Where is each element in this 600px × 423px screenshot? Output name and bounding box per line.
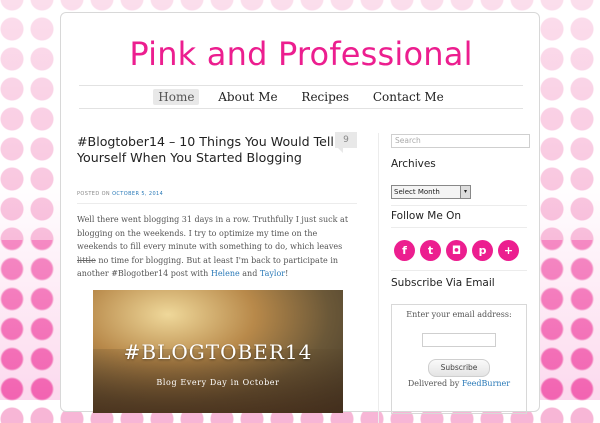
nav-item-recipes[interactable]: Recipes xyxy=(296,89,354,105)
widget-divider xyxy=(391,227,527,228)
site-title[interactable]: Pink and Professional xyxy=(61,35,541,73)
subscribe-button[interactable]: Subscribe xyxy=(428,359,490,377)
link-helene[interactable]: Helene xyxy=(211,269,240,278)
subscribe-label: Enter your email address: xyxy=(406,310,512,319)
post-meta: POSTED ON OCTOBER 5, 2014 xyxy=(77,191,163,197)
delivered-by-text: Delivered by xyxy=(407,379,462,388)
delivered-by: Delivered by FeedBurner xyxy=(392,379,526,388)
post-body: Well there went blogging 31 days in a ro… xyxy=(77,213,357,281)
feedburner-link[interactable]: FeedBurner xyxy=(462,379,510,388)
post-body-end: ! xyxy=(285,269,289,278)
subscribe-form: Enter your email address: Subscribe Deli… xyxy=(391,304,527,414)
archives-select[interactable]: Select Month ▾ xyxy=(391,185,471,199)
twitter-icon[interactable]: t xyxy=(420,240,441,261)
widget-divider xyxy=(391,205,527,206)
follow-title: Follow Me On xyxy=(391,210,462,222)
facebook-icon[interactable]: f xyxy=(394,240,415,261)
post-title[interactable]: #Blogtober14 – 10 Things You Would Tell … xyxy=(77,134,337,166)
post-date-link[interactable]: OCTOBER 5, 2014 xyxy=(112,191,163,197)
nav-item-about-me[interactable]: About Me xyxy=(213,89,282,105)
nav-item-home[interactable]: Home xyxy=(153,89,200,105)
widget-divider xyxy=(391,270,527,271)
link-taylor[interactable]: Taylor xyxy=(260,269,285,278)
archives-title: Archives xyxy=(391,158,436,170)
post-body-text-2: no time for blogging. But at least I'm b… xyxy=(77,255,339,279)
post-divider xyxy=(77,203,357,204)
chevron-down-icon: ▾ xyxy=(460,186,470,198)
main-nav: Home About Me Recipes Contact Me xyxy=(79,85,523,109)
email-field[interactable] xyxy=(422,333,496,347)
nav-item-contact-me[interactable]: Contact Me xyxy=(368,89,449,105)
google-plus-icon[interactable]: + xyxy=(498,240,519,261)
pinterest-icon[interactable]: p xyxy=(472,240,493,261)
post-image-title: #BLOGTOBER14 xyxy=(123,340,313,364)
instagram-icon[interactable]: ◘ xyxy=(446,240,467,261)
archives-select-value: Select Month xyxy=(394,188,440,196)
post-image[interactable]: #BLOGTOBER14 Blog Every Day in October xyxy=(93,290,343,413)
sidebar-divider xyxy=(378,133,379,423)
search-input[interactable]: Search xyxy=(391,134,530,148)
post-image-subtitle: Blog Every Day in October xyxy=(156,378,280,387)
posted-on-label: POSTED ON xyxy=(77,191,111,197)
post-body-struck: little xyxy=(77,255,96,265)
comment-count-badge[interactable]: 9 xyxy=(335,132,357,153)
page-container: Pink and Professional Home About Me Reci… xyxy=(60,12,541,423)
post-body-and: and xyxy=(239,269,260,278)
subscribe-title: Subscribe Via Email xyxy=(391,277,495,289)
post-body-text-1: Well there went blogging 31 days in a ro… xyxy=(77,215,349,251)
